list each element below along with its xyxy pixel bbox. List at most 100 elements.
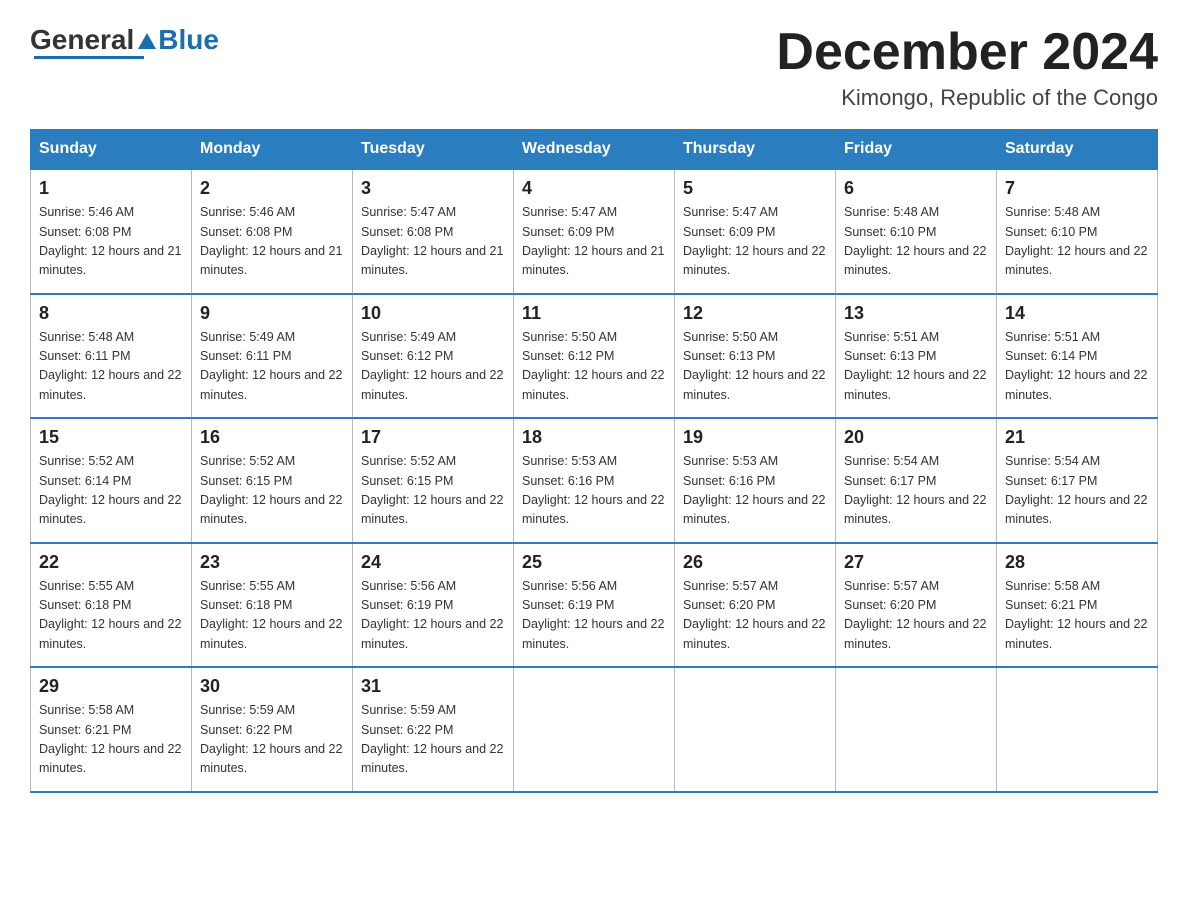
day-info: Sunrise: 5:53 AMSunset: 6:16 PMDaylight:…: [522, 452, 666, 530]
day-info: Sunrise: 5:47 AMSunset: 6:09 PMDaylight:…: [522, 203, 666, 281]
logo: General Blue: [30, 24, 219, 56]
calendar-cell: [836, 667, 997, 792]
month-title: December 2024: [776, 24, 1158, 81]
calendar-cell: 2 Sunrise: 5:46 AMSunset: 6:08 PMDaylight…: [192, 169, 353, 294]
day-number: 2: [200, 178, 344, 199]
day-info: Sunrise: 5:54 AMSunset: 6:17 PMDaylight:…: [1005, 452, 1149, 530]
day-info: Sunrise: 5:59 AMSunset: 6:22 PMDaylight:…: [200, 701, 344, 779]
calendar-cell: 27 Sunrise: 5:57 AMSunset: 6:20 PMDayligh…: [836, 543, 997, 668]
calendar-cell: 8 Sunrise: 5:48 AMSunset: 6:11 PMDaylight…: [31, 294, 192, 419]
day-info: Sunrise: 5:46 AMSunset: 6:08 PMDaylight:…: [200, 203, 344, 281]
day-number: 26: [683, 552, 827, 573]
calendar-cell: [675, 667, 836, 792]
weekday-header-sunday: Sunday: [31, 130, 192, 170]
day-number: 25: [522, 552, 666, 573]
day-number: 20: [844, 427, 988, 448]
logo-area: General Blue: [30, 24, 219, 59]
calendar-cell: 23Sunrise: 5:55 AMSunset: 6:18 PMDayligh…: [192, 543, 353, 668]
day-info: Sunrise: 5:58 AMSunset: 6:21 PMDaylight:…: [39, 701, 183, 779]
calendar-cell: 12Sunrise: 5:50 AMSunset: 6:13 PMDayligh…: [675, 294, 836, 419]
day-info: Sunrise: 5:49 AMSunset: 6:11 PMDaylight:…: [200, 328, 344, 406]
day-number: 31: [361, 676, 505, 697]
calendar-cell: 3Sunrise: 5:47 AMSunset: 6:08 PMDaylight…: [353, 169, 514, 294]
weekday-header-thursday: Thursday: [675, 130, 836, 170]
day-info: Sunrise: 5:59 AMSunset: 6:22 PMDaylight:…: [361, 701, 505, 779]
day-info: Sunrise: 5:55 AMSunset: 6:18 PMDaylight:…: [39, 577, 183, 655]
calendar-cell: 22 Sunrise: 5:55 AMSunset: 6:18 PMDayligh…: [31, 543, 192, 668]
weekday-header-friday: Friday: [836, 130, 997, 170]
calendar-cell: 1 Sunrise: 5:46 AMSunset: 6:08 PMDaylight…: [31, 169, 192, 294]
day-number: 18: [522, 427, 666, 448]
day-number: 16: [200, 427, 344, 448]
day-number: 8: [39, 303, 183, 324]
logo-general-text: General: [30, 24, 134, 56]
day-number: 23: [200, 552, 344, 573]
calendar-cell: 4 Sunrise: 5:47 AMSunset: 6:09 PMDaylight…: [514, 169, 675, 294]
week-row-3: 15 Sunrise: 5:52 AMSunset: 6:14 PMDayligh…: [31, 418, 1158, 543]
day-info: Sunrise: 5:57 AMSunset: 6:20 PMDaylight:…: [844, 577, 988, 655]
logo-blue-text: Blue: [158, 24, 219, 56]
day-number: 30: [200, 676, 344, 697]
week-row-2: 8 Sunrise: 5:48 AMSunset: 6:11 PMDaylight…: [31, 294, 1158, 419]
day-number: 4: [522, 178, 666, 199]
day-number: 6: [844, 178, 988, 199]
day-number: 11: [522, 303, 666, 324]
calendar-cell: 10 Sunrise: 5:49 AMSunset: 6:12 PMDayligh…: [353, 294, 514, 419]
day-info: Sunrise: 5:53 AMSunset: 6:16 PMDaylight:…: [683, 452, 827, 530]
day-number: 27: [844, 552, 988, 573]
calendar-cell: 18 Sunrise: 5:53 AMSunset: 6:16 PMDayligh…: [514, 418, 675, 543]
day-number: 10: [361, 303, 505, 324]
day-info: Sunrise: 5:51 AMSunset: 6:14 PMDaylight:…: [1005, 328, 1149, 406]
day-number: 13: [844, 303, 988, 324]
day-number: 9: [200, 303, 344, 324]
day-info: Sunrise: 5:50 AMSunset: 6:13 PMDaylight:…: [683, 328, 827, 406]
calendar-cell: 28Sunrise: 5:58 AMSunset: 6:21 PMDayligh…: [997, 543, 1158, 668]
day-info: Sunrise: 5:46 AMSunset: 6:08 PMDaylight:…: [39, 203, 183, 281]
day-info: Sunrise: 5:52 AMSunset: 6:15 PMDaylight:…: [200, 452, 344, 530]
week-row-5: 29 Sunrise: 5:58 AMSunset: 6:21 PMDayligh…: [31, 667, 1158, 792]
calendar-cell: 20 Sunrise: 5:54 AMSunset: 6:17 PMDayligh…: [836, 418, 997, 543]
day-info: Sunrise: 5:49 AMSunset: 6:12 PMDaylight:…: [361, 328, 505, 406]
calendar-cell: 16 Sunrise: 5:52 AMSunset: 6:15 PMDayligh…: [192, 418, 353, 543]
day-info: Sunrise: 5:51 AMSunset: 6:13 PMDaylight:…: [844, 328, 988, 406]
day-number: 3: [361, 178, 505, 199]
weekday-header-tuesday: Tuesday: [353, 130, 514, 170]
day-number: 15: [39, 427, 183, 448]
day-info: Sunrise: 5:58 AMSunset: 6:21 PMDaylight:…: [1005, 577, 1149, 655]
day-info: Sunrise: 5:56 AMSunset: 6:19 PMDaylight:…: [361, 577, 505, 655]
calendar-cell: 15 Sunrise: 5:52 AMSunset: 6:14 PMDayligh…: [31, 418, 192, 543]
calendar-cell: 13 Sunrise: 5:51 AMSunset: 6:13 PMDayligh…: [836, 294, 997, 419]
day-info: Sunrise: 5:48 AMSunset: 6:10 PMDaylight:…: [844, 203, 988, 281]
day-info: Sunrise: 5:52 AMSunset: 6:15 PMDaylight:…: [361, 452, 505, 530]
logo-triangle-icon: [136, 31, 158, 53]
calendar-cell: [997, 667, 1158, 792]
day-info: Sunrise: 5:48 AMSunset: 6:10 PMDaylight:…: [1005, 203, 1149, 281]
calendar-cell: 11Sunrise: 5:50 AMSunset: 6:12 PMDayligh…: [514, 294, 675, 419]
calendar-cell: 17 Sunrise: 5:52 AMSunset: 6:15 PMDayligh…: [353, 418, 514, 543]
day-number: 17: [361, 427, 505, 448]
calendar-cell: 19 Sunrise: 5:53 AMSunset: 6:16 PMDayligh…: [675, 418, 836, 543]
calendar-cell: 30 Sunrise: 5:59 AMSunset: 6:22 PMDayligh…: [192, 667, 353, 792]
header: General Blue December 2024 Kimongo, Repu…: [30, 24, 1158, 111]
day-number: 7: [1005, 178, 1149, 199]
day-number: 22: [39, 552, 183, 573]
week-row-1: 1 Sunrise: 5:46 AMSunset: 6:08 PMDaylight…: [31, 169, 1158, 294]
day-info: Sunrise: 5:54 AMSunset: 6:17 PMDaylight:…: [844, 452, 988, 530]
calendar-cell: 26 Sunrise: 5:57 AMSunset: 6:20 PMDayligh…: [675, 543, 836, 668]
calendar-cell: [514, 667, 675, 792]
day-info: Sunrise: 5:57 AMSunset: 6:20 PMDaylight:…: [683, 577, 827, 655]
calendar-cell: 7 Sunrise: 5:48 AMSunset: 6:10 PMDaylight…: [997, 169, 1158, 294]
calendar-cell: 21Sunrise: 5:54 AMSunset: 6:17 PMDayligh…: [997, 418, 1158, 543]
calendar-cell: 5Sunrise: 5:47 AMSunset: 6:09 PMDaylight…: [675, 169, 836, 294]
day-number: 29: [39, 676, 183, 697]
day-info: Sunrise: 5:48 AMSunset: 6:11 PMDaylight:…: [39, 328, 183, 406]
calendar-cell: 14Sunrise: 5:51 AMSunset: 6:14 PMDayligh…: [997, 294, 1158, 419]
title-area: December 2024 Kimongo, Republic of the C…: [776, 24, 1158, 111]
weekday-header-monday: Monday: [192, 130, 353, 170]
logo-underline: [34, 54, 144, 59]
day-number: 1: [39, 178, 183, 199]
day-number: 19: [683, 427, 827, 448]
calendar-table: SundayMondayTuesdayWednesdayThursdayFrid…: [30, 129, 1158, 793]
day-info: Sunrise: 5:52 AMSunset: 6:14 PMDaylight:…: [39, 452, 183, 530]
weekday-header-wednesday: Wednesday: [514, 130, 675, 170]
